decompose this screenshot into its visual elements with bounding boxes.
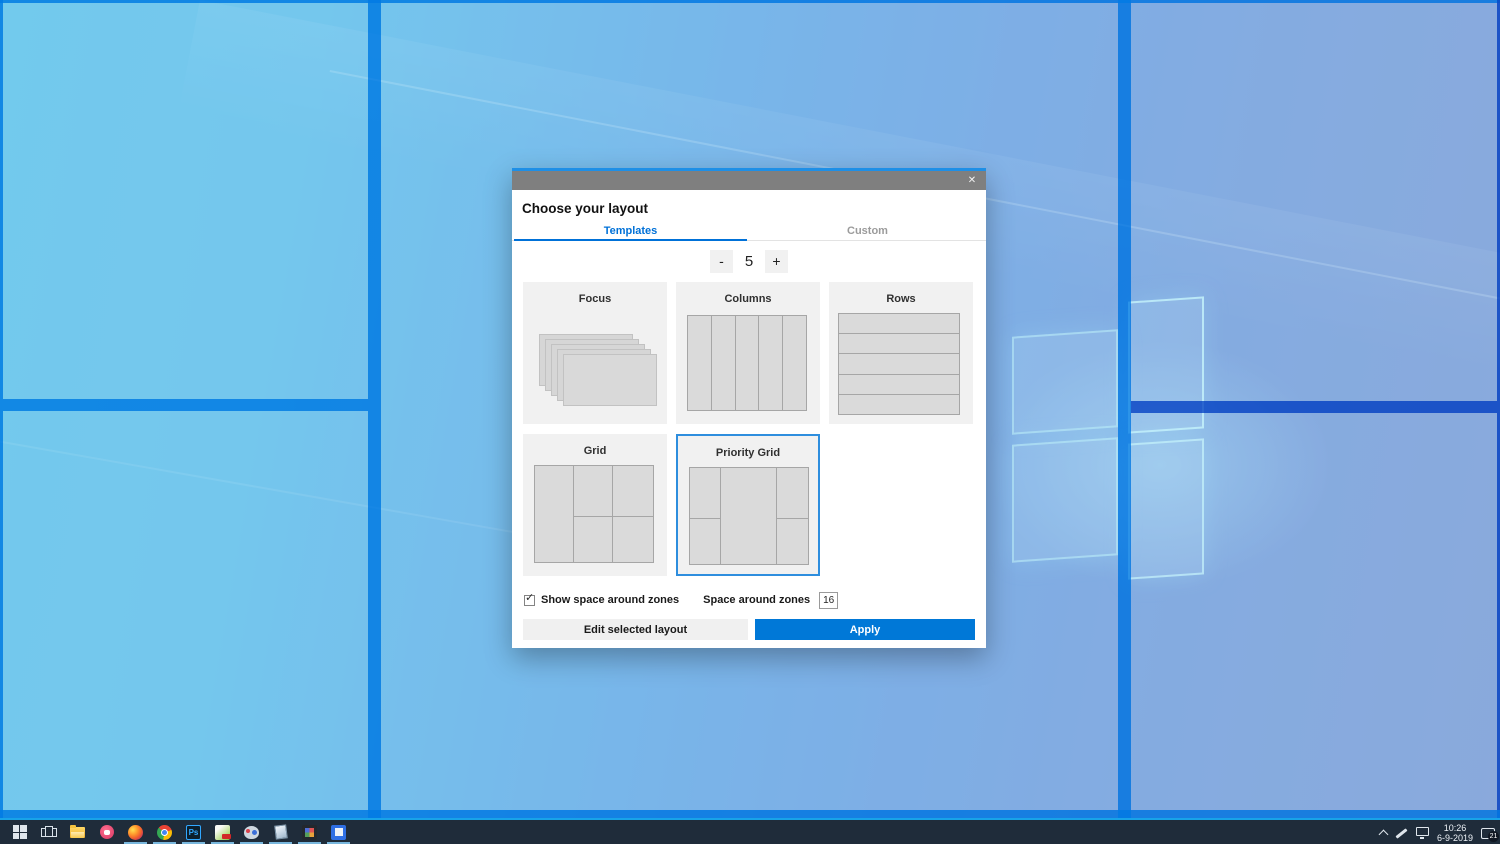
grid-app-icon [302,824,317,840]
photoshop-icon: Ps [186,824,201,840]
chrome-icon [157,824,172,840]
photoshop-button[interactable]: Ps [179,820,208,844]
notes-app-button[interactable] [266,820,295,844]
template-card-columns[interactable]: Columns [676,282,820,424]
zone-left-top [3,3,368,399]
tab-custom[interactable]: Custom [749,225,986,240]
template-label: Rows [886,293,916,305]
decrease-zones-button[interactable]: - [710,249,733,273]
grid-app-button[interactable] [295,820,324,844]
clock-time: 10:26 [1443,823,1467,833]
window-app-icon [331,824,346,840]
zone-count-value: 5 [744,252,754,270]
template-label: Grid [583,445,607,457]
dialog-button-row: Edit selected layout Apply [523,619,975,640]
paint-app-button[interactable] [237,820,266,844]
task-view-icon [40,826,57,838]
pdf-app-icon [215,824,231,840]
zone-frame-top [0,0,1500,3]
space-around-label: Space around zones [703,594,811,606]
checkmark-icon: ✓ [525,591,535,604]
pen-icon[interactable] [1395,827,1408,839]
space-around-input[interactable] [819,591,839,609]
firefox-icon [128,824,143,840]
increase-zones-button[interactable]: + [765,249,788,273]
columns-preview [687,315,807,411]
template-label: Focus [578,293,612,305]
grid-preview [534,465,654,563]
display-icon[interactable] [1415,827,1429,839]
template-card-focus[interactable]: Focus [523,282,667,424]
paint-app-icon [244,825,259,839]
start-button[interactable] [5,820,34,844]
layout-template-grid: Focus Columns Rows Grid Priority Grid [523,282,973,576]
active-tab-underline [514,239,747,241]
notes-app-icon [273,824,288,840]
template-card-rows[interactable]: Rows [829,282,973,424]
zone-right-bottom [1131,413,1497,810]
zone-divider-horizontal-right [1131,401,1497,413]
options-row: ✓ Show space around zones Space around z… [524,591,839,609]
tab-templates[interactable]: Templates [512,225,749,240]
zone-right-top [1131,3,1497,401]
focus-preview-rect [563,354,657,406]
zone-divider-vertical-left [368,0,381,818]
camera-app-button[interactable] [92,820,121,844]
clock-date: 6-9-2019 [1436,833,1473,843]
close-icon[interactable]: ✕ [958,171,986,190]
edit-selected-layout-button[interactable]: Edit selected layout [523,619,748,640]
zone-frame-bottom [0,810,1500,818]
show-space-label: Show space around zones [541,594,680,606]
taskbar: Ps 10:26 6-9-2019 21 [0,818,1500,844]
camera-app-icon [99,825,114,839]
taskbar-clock[interactable]: 10:26 6-9-2019 [1437,823,1473,843]
dialog-titlebar[interactable]: ✕ [512,171,986,190]
zone-left-bottom [3,411,368,810]
show-space-checkbox[interactable]: ✓ [524,591,535,606]
apply-button[interactable]: Apply [755,619,975,640]
task-view-button[interactable] [34,820,63,844]
windows-start-icon [12,825,27,839]
action-center-icon[interactable]: 21 [1481,827,1499,842]
chrome-button[interactable] [150,820,179,844]
template-label: Priority Grid [715,447,781,459]
zone-count-spinner: - 5 + [512,249,986,273]
template-card-grid[interactable]: Grid [523,434,667,576]
template-label: Columns [724,293,772,305]
file-explorer-icon [70,824,85,838]
template-card-priority-grid[interactable]: Priority Grid [676,434,820,576]
rows-preview [838,313,960,415]
firefox-button[interactable] [121,820,150,844]
fancyzones-editor-dialog: ✕ Choose your layout Templates Custom - … [512,168,986,648]
zone-divider-horizontal-left [3,399,368,411]
zone-divider-vertical-right [1118,0,1131,818]
hidden-icons-chevron-icon[interactable] [1378,829,1389,839]
desktop: ✕ Choose your layout Templates Custom - … [0,0,1500,844]
priority-grid-preview [689,467,809,565]
page-title: Choose your layout [522,201,649,216]
notification-badge: 21 [1488,830,1499,842]
file-explorer-button[interactable] [63,820,92,844]
pdf-app-button[interactable] [208,820,237,844]
system-tray: 10:26 6-9-2019 21 [1378,822,1499,844]
taskbar-apps: Ps [0,820,1500,844]
window-app-button[interactable] [324,820,353,844]
